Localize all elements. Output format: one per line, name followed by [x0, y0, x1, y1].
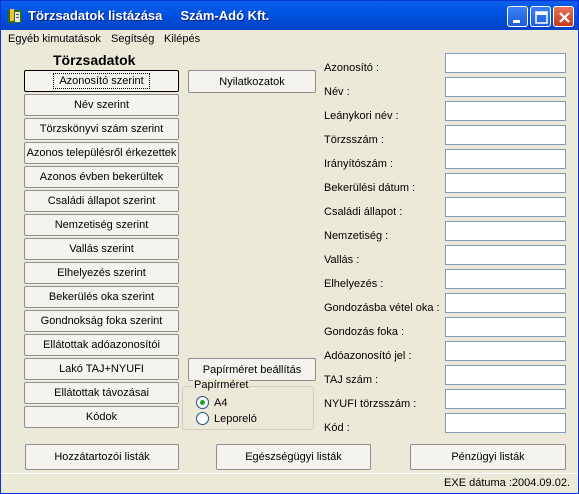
health-lists-button[interactable]: Egészségügyi listák [216, 444, 371, 470]
same-year-admitted-button[interactable]: Azonos évben bekerültek [24, 166, 179, 188]
paper-size-legend: Papírméret [193, 379, 250, 391]
codes-button[interactable]: Kódok [24, 406, 179, 428]
nev-field[interactable] [445, 77, 566, 97]
sort-by-registry-number-button[interactable]: Törzskönyvi szám szerint [24, 118, 179, 140]
torzsszam-field[interactable] [445, 125, 566, 145]
field-label-gondozas-foka: Gondozás foka : [324, 326, 405, 338]
field-label-nemzetiseg: Nemzetiség : [324, 230, 389, 242]
title-bar[interactable]: Törzsadatok listázása Szám-Adó Kft. [1, 1, 578, 30]
nyufi-torzsszam-field[interactable] [445, 389, 566, 409]
radio-a4[interactable]: A4 [196, 396, 227, 409]
kod-field[interactable] [445, 413, 566, 433]
sort-by-placement-button[interactable]: Elhelyezés szerint [24, 262, 179, 284]
field-label-kod: Kód : [324, 422, 350, 434]
field-label-gondozasba-vetel-oka: Gondozásba vétel oka : [324, 302, 440, 314]
nemzetiseg-field[interactable] [445, 221, 566, 241]
adoazonosito-jel-field[interactable] [445, 341, 566, 361]
bekerulesi-datum-field[interactable] [445, 173, 566, 193]
sort-by-guardianship-button[interactable]: Gondnokság foka szerint [24, 310, 179, 332]
gondozasba-vetel-oka-field[interactable] [445, 293, 566, 313]
tax-ids-button[interactable]: Ellátottak adóazonosítói [24, 334, 179, 356]
field-label-nyufi-torzsszam: NYUFI törzsszám : [324, 398, 417, 410]
vallas-field[interactable] [445, 245, 566, 265]
window-title: Törzsadatok listázása Szám-Adó Kft. [28, 8, 270, 23]
gondozas-foka-field[interactable] [445, 317, 566, 337]
field-label-iranyitoszam: Irányítószám : [324, 158, 394, 170]
maximize-icon [535, 11, 548, 24]
field-label-csaladi-allapot: Családi állapot : [324, 206, 403, 218]
radio-a4-label: A4 [214, 396, 228, 409]
menu-kilepes[interactable]: Kilépés [164, 33, 200, 45]
field-label-nev: Név : [324, 86, 350, 98]
status-bar: EXE dátuma :2004.09.02. [1, 473, 578, 493]
field-label-azonosito: Azonosító : [324, 62, 380, 74]
sort-by-nationality-button[interactable]: Nemzetiség szerint [24, 214, 179, 236]
paper-settings-button[interactable]: Papírméret beállítás [188, 358, 316, 381]
sort-by-marital-status-button[interactable]: Családi állapot szerint [24, 190, 179, 212]
main-window: Törzsadatok listázása Szám-Adó Kft. Egyé… [0, 0, 579, 494]
taj-nyufi-button[interactable]: Lakó TAJ+NYUFI [24, 358, 179, 380]
close-button[interactable] [553, 6, 574, 27]
sort-by-religion-button[interactable]: Vallás szerint [24, 238, 179, 260]
financial-lists-button[interactable]: Pénzügyi listák [410, 444, 566, 470]
declarations-button[interactable]: Nyilatkozatok [188, 70, 316, 93]
departures-button[interactable]: Ellátottak távozásai [24, 382, 179, 404]
csaladi-allapot-field[interactable] [445, 197, 566, 217]
taj-szam-field[interactable] [445, 365, 566, 385]
relatives-lists-button[interactable]: Hozzátartozói listák [25, 444, 179, 470]
minimize-icon [513, 20, 520, 23]
elhelyezes-field[interactable] [445, 269, 566, 289]
field-label-adoazonosito-jel: Adóazonosító jel : [324, 350, 412, 362]
radio-leporelo-indicator[interactable] [196, 412, 209, 425]
menu-egyeb-kimutatasok[interactable]: Egyéb kimutatások [8, 33, 101, 45]
sort-by-id-button[interactable]: Azonosító szerint [24, 70, 179, 92]
field-label-leanykori-nev: Leánykori név : [324, 110, 399, 122]
field-label-taj-szam: TAJ szám : [324, 374, 379, 386]
iranyitoszam-field[interactable] [445, 149, 566, 169]
same-settlement-button[interactable]: Azonos településről érkezettek [24, 142, 179, 164]
field-label-torzsszam: Törzsszám : [324, 134, 384, 146]
minimize-button[interactable] [507, 6, 528, 27]
maximize-button[interactable] [530, 6, 551, 27]
menu-bar: Egyéb kimutatások Segítség Kilépés [1, 30, 578, 50]
panel-title: Törzsadatok [53, 52, 136, 68]
sort-by-id-label: Azonosító szerint [53, 73, 150, 89]
sort-by-admission-reason-button[interactable]: Bekerülés oka szerint [24, 286, 179, 308]
app-icon [8, 9, 22, 23]
sort-by-name-button[interactable]: Név szerint [24, 94, 179, 116]
close-icon [559, 12, 570, 23]
field-label-elhelyezes: Elhelyezés : [324, 278, 384, 290]
radio-a4-indicator[interactable] [196, 396, 209, 409]
azonosito-field[interactable] [445, 53, 566, 73]
field-label-bekerulesi-datum: Bekerülési dátum : [324, 182, 416, 194]
radio-leporelo[interactable]: Leporeló [196, 412, 257, 425]
menu-segitseg[interactable]: Segítség [111, 33, 154, 45]
exe-date-status: EXE dátuma :2004.09.02. [444, 477, 570, 489]
radio-leporelo-label: Leporeló [214, 412, 257, 425]
field-label-vallas: Vallás : [324, 254, 360, 266]
leanykori-nev-field[interactable] [445, 101, 566, 121]
